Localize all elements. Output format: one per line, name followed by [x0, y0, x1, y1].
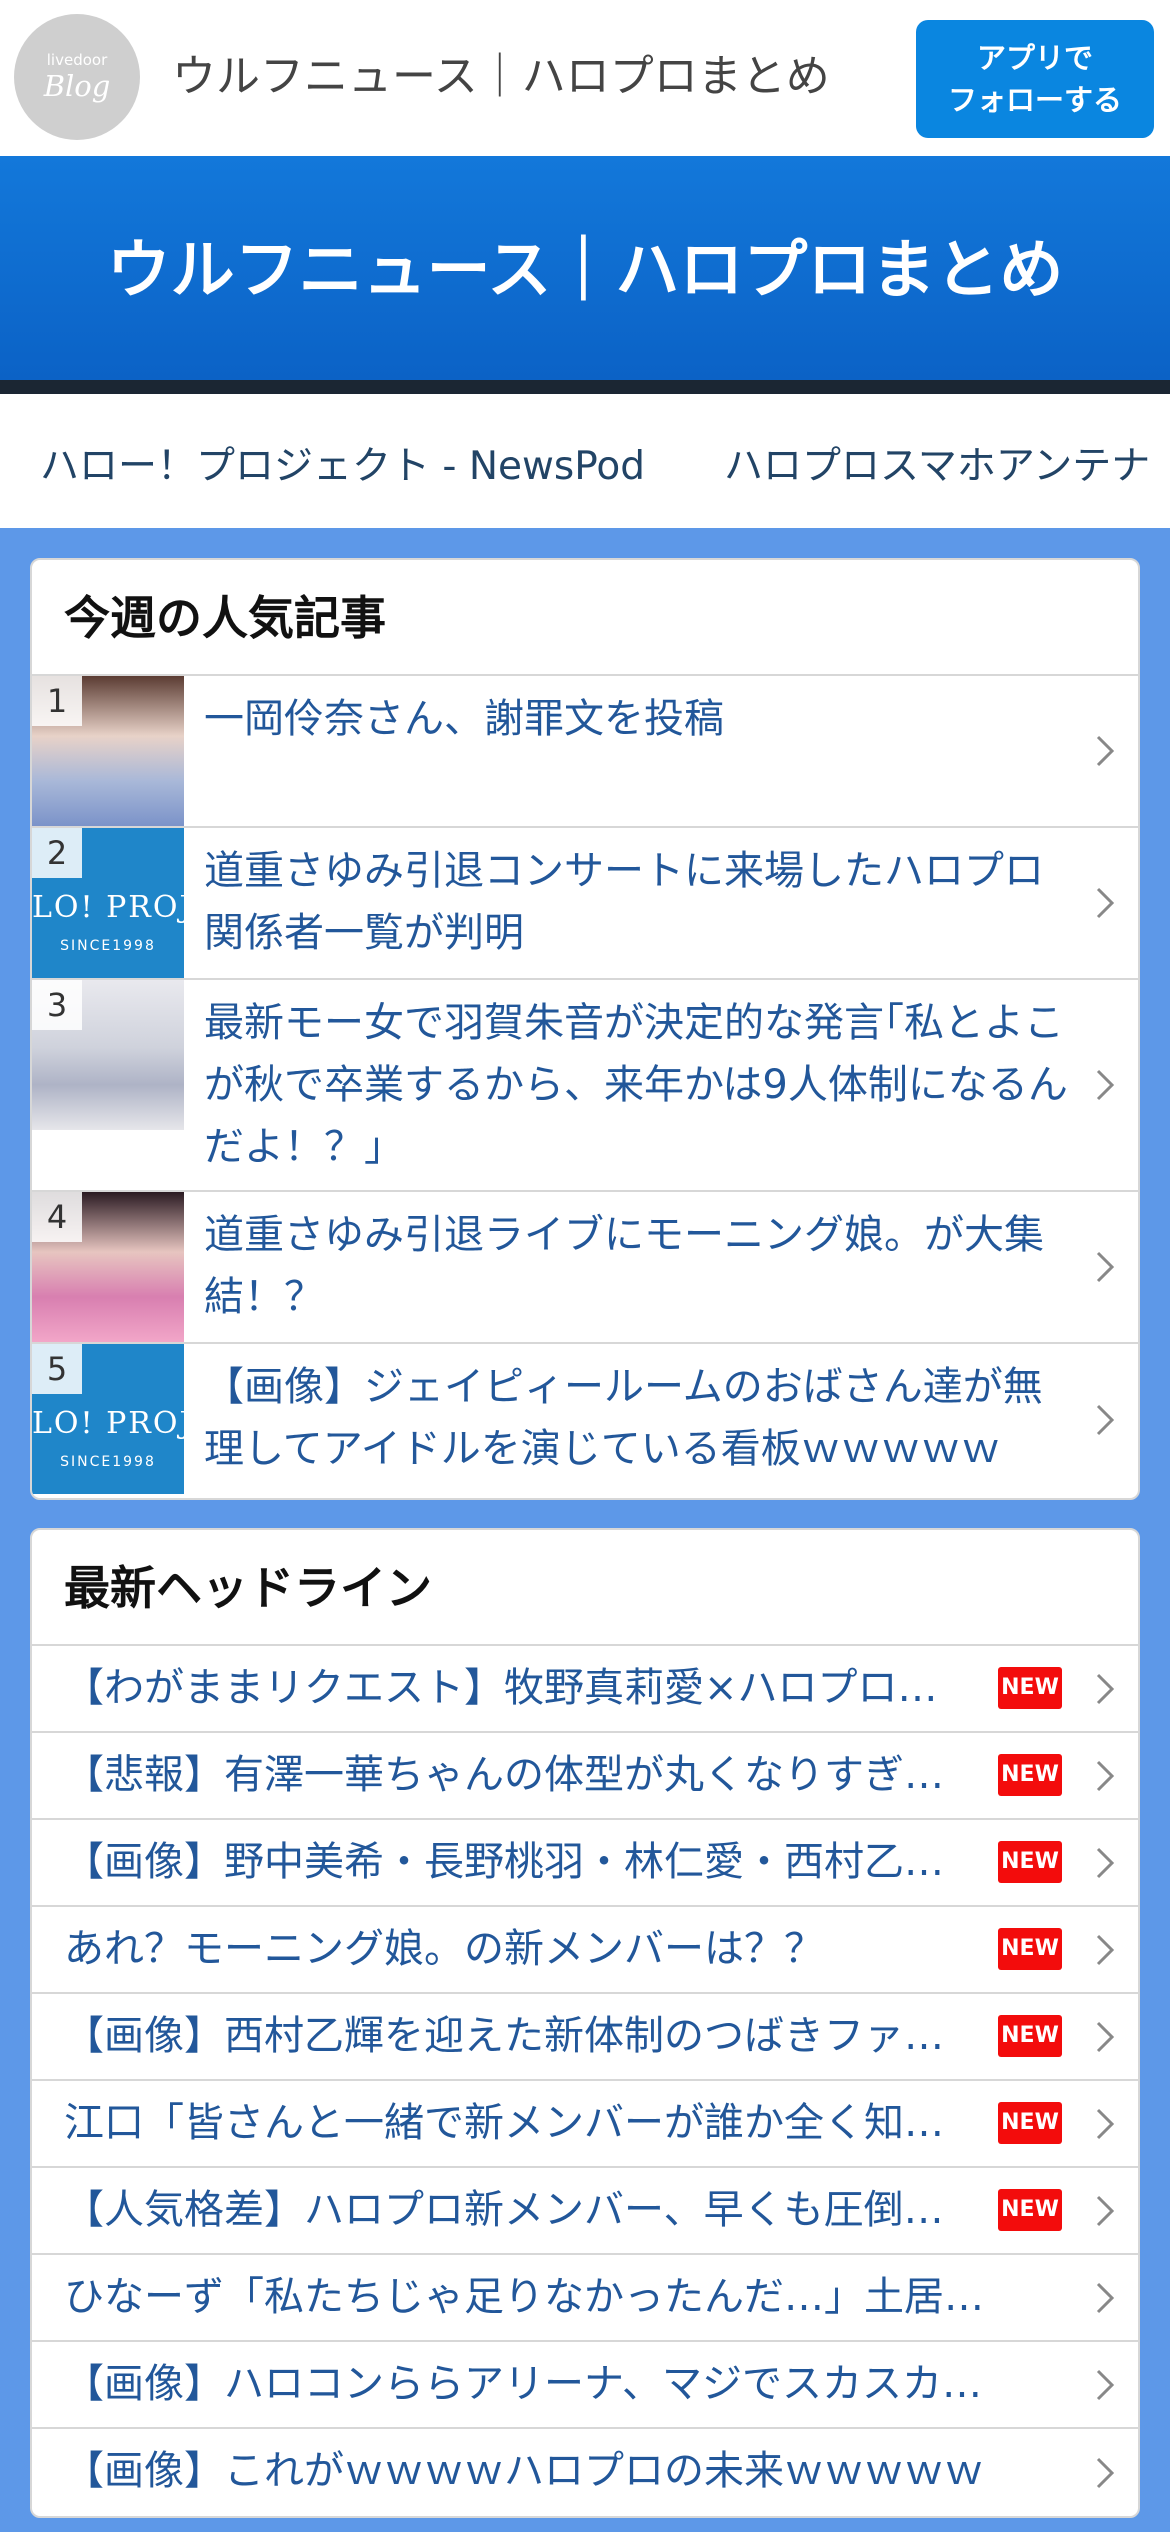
article-thumbnail: 4 — [32, 1192, 184, 1342]
headline-title[interactable]: 【画像】野中美希・長野桃羽・林仁愛・西村乙… — [64, 1820, 1004, 1905]
ranking-item[interactable]: 5 LO! PROJ SINCE1998 【画像】ジェイピィールームのおばさん達… — [32, 1344, 1138, 1496]
chevron-right-icon — [1096, 1847, 1115, 1878]
thumbnail-logo-subtext: SINCE1998 — [60, 938, 156, 954]
headline-item[interactable]: 【人気格差】ハロプロ新メンバー、早くも圧倒… NEW — [32, 2168, 1138, 2255]
chevron-right-icon — [1096, 2108, 1115, 2139]
site-name[interactable]: ウルフニュース｜ハロプロまとめ — [172, 44, 830, 110]
headline-title[interactable]: 江口「皆さんと一緒で新メンバーが誰か全く知… — [64, 2081, 1004, 2166]
chevron-right-icon — [1096, 2457, 1115, 2488]
chevron-right-icon — [1096, 2282, 1115, 2313]
new-badge: NEW — [998, 1841, 1062, 1883]
ranking-item-title[interactable]: 【画像】ジェイピィールームのおばさん達が無理してアイドルを演じている看板ｗｗｗｗ… — [184, 1344, 1138, 1496]
popular-articles-card: 今週の人気記事 1 一岡伶奈さん、謝罪文を投稿 2 LO! PROJ SINCE… — [30, 558, 1140, 1500]
headline-item[interactable]: あれ？モーニング娘。の新メンバーは？？ NEW — [32, 1907, 1138, 1994]
rank-number: 5 — [32, 1344, 82, 1394]
ranking-item[interactable]: 4 道重さゆみ引退ライブにモーニング娘。が大集結！？ — [32, 1192, 1138, 1344]
ranking-item-title[interactable]: 一岡伶奈さん、謝罪文を投稿 — [184, 676, 1138, 826]
ranking-item-title[interactable]: 道重さゆみ引退コンサートに来場したハロプロ関係者一覧が判明 — [184, 828, 1138, 978]
rank-number: 2 — [32, 828, 82, 878]
headline-title[interactable]: 【悲報】有澤一華ちゃんの体型が丸くなりすぎ… — [64, 1733, 1004, 1818]
thumbnail-logo-text: LO! PROJ — [32, 1406, 184, 1441]
ranking-item-title[interactable]: 道重さゆみ引退ライブにモーニング娘。が大集結！？ — [184, 1192, 1138, 1342]
new-badge: NEW — [998, 1667, 1062, 1709]
logo-small-text: livedoor — [46, 51, 108, 69]
thumbnail-logo-text: LO! PROJ — [32, 890, 184, 925]
headline-item[interactable]: 【画像】西村乙輝を迎えた新体制のつばきファ… NEW — [32, 1994, 1138, 2081]
new-badge: NEW — [998, 1928, 1062, 1970]
chevron-right-icon — [1096, 1934, 1115, 1965]
nav-link-antenna[interactable]: ハロプロスマホアンテナ — [724, 440, 1150, 494]
rank-number: 1 — [32, 676, 82, 726]
headline-title[interactable]: 【画像】これがｗｗｗｗハロプロの未来ｗｗｗｗｗ — [64, 2429, 1064, 2514]
ranking-item[interactable]: 3 最新モー女で羽賀朱音が決定的な発言｢私とよこが秋で卒業するから、来年かは9人… — [32, 980, 1138, 1192]
chevron-right-icon — [1096, 2369, 1115, 2400]
hello-project-logo-thumbnail: 2 LO! PROJ SINCE1998 — [32, 828, 184, 978]
hello-project-logo-thumbnail: 5 LO! PROJ SINCE1998 — [32, 1344, 184, 1494]
follow-in-app-button[interactable]: アプリで フォローする — [916, 20, 1154, 138]
chevron-right-icon — [1096, 735, 1115, 767]
headline-title[interactable]: ひなーず「私たちじゃ足りなかったんだ…」土居… — [64, 2255, 1064, 2340]
chevron-right-icon — [1096, 1760, 1115, 1791]
latest-headlines-card: 最新ヘッドライン 【わがままリクエスト】牧野真莉愛×ハロプロ… NEW 【悲報】… — [30, 1528, 1140, 2518]
chevron-right-icon — [1096, 1069, 1115, 1101]
ranking-item-title[interactable]: 最新モー女で羽賀朱音が決定的な発言｢私とよこが秋で卒業するから、来年かは9人体制… — [184, 980, 1138, 1190]
chevron-right-icon — [1096, 887, 1115, 919]
rank-number: 3 — [32, 980, 82, 1030]
article-thumbnail: 1 — [32, 676, 184, 826]
headline-item[interactable]: ひなーず「私たちじゃ足りなかったんだ…」土居… — [32, 2255, 1138, 2342]
thumbnail-logo-subtext: SINCE1998 — [60, 1454, 156, 1470]
ranking-item[interactable]: 2 LO! PROJ SINCE1998 道重さゆみ引退コンサートに来場したハロ… — [32, 828, 1138, 980]
new-badge: NEW — [998, 2015, 1062, 2057]
new-badge: NEW — [998, 2189, 1062, 2231]
main-content: 今週の人気記事 1 一岡伶奈さん、謝罪文を投稿 2 LO! PROJ SINCE… — [0, 528, 1170, 2532]
chevron-right-icon — [1096, 1251, 1115, 1283]
chevron-right-icon — [1096, 2195, 1115, 2226]
latest-headlines-title: 最新ヘッドライン — [32, 1530, 1138, 1646]
headline-title[interactable]: 【画像】ハロコンららアリーナ、マジでスカスカ… — [64, 2342, 1064, 2427]
headline-item[interactable]: 【画像】ハロコンららアリーナ、マジでスカスカ… — [32, 2342, 1138, 2429]
blog-title[interactable]: ウルフニュース｜ハロプロまとめ — [0, 226, 1170, 316]
chevron-right-icon — [1096, 2021, 1115, 2052]
headline-title[interactable]: あれ？モーニング娘。の新メンバーは？？ — [64, 1907, 1004, 1992]
new-badge: NEW — [998, 1754, 1062, 1796]
popular-articles-title: 今週の人気記事 — [32, 560, 1138, 676]
new-badge: NEW — [998, 2102, 1062, 2144]
nav-link-newspod[interactable]: ハロー！プロジェクト - NewsPod — [40, 440, 645, 494]
chevron-right-icon — [1096, 1673, 1115, 1704]
headline-item[interactable]: 江口「皆さんと一緒で新メンバーが誰か全く知… NEW — [32, 2081, 1138, 2168]
headline-item[interactable]: 【悲報】有澤一華ちゃんの体型が丸くなりすぎ… NEW — [32, 1733, 1138, 1820]
rank-number: 4 — [32, 1192, 82, 1242]
headline-item[interactable]: 【画像】これがｗｗｗｗハロプロの未来ｗｗｗｗｗ — [32, 2429, 1138, 2516]
livedoor-blog-logo[interactable]: livedoor Blog — [14, 14, 140, 140]
blog-header-banner[interactable]: ウルフニュース｜ハロプロまとめ — [0, 156, 1170, 394]
headline-title[interactable]: 【画像】西村乙輝を迎えた新体制のつばきファ… — [64, 1994, 1004, 2079]
ranking-item[interactable]: 1 一岡伶奈さん、謝罪文を投稿 — [32, 676, 1138, 828]
logo-big-text: Blog — [43, 69, 111, 103]
headline-title[interactable]: 【人気格差】ハロプロ新メンバー、早くも圧倒… — [64, 2168, 1004, 2253]
top-bar: livedoor Blog ウルフニュース｜ハロプロまとめ アプリで フォローす… — [0, 0, 1170, 156]
article-thumbnail: 3 — [32, 980, 184, 1130]
link-nav: ハロー！プロジェクト - NewsPod ハロプロスマホアンテナ — [0, 408, 1170, 528]
headline-item[interactable]: 【画像】野中美希・長野桃羽・林仁愛・西村乙… NEW — [32, 1820, 1138, 1907]
chevron-right-icon — [1096, 1404, 1115, 1436]
headline-title[interactable]: 【わがままリクエスト】牧野真莉愛×ハロプロ… — [64, 1646, 1004, 1731]
headline-item[interactable]: 【わがままリクエスト】牧野真莉愛×ハロプロ… NEW — [32, 1646, 1138, 1733]
